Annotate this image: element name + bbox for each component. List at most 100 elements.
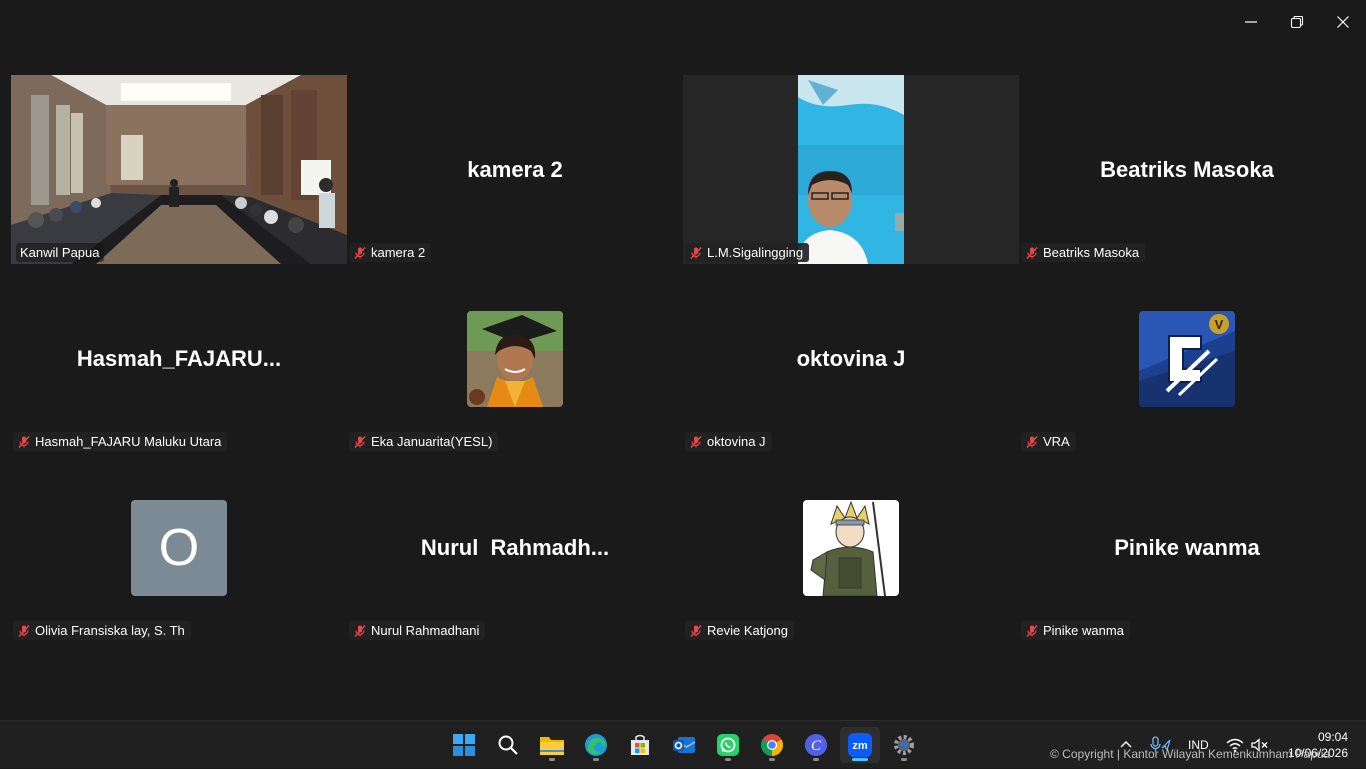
network-volume-tray[interactable] (1226, 721, 1270, 769)
svg-text:C: C (811, 738, 822, 754)
participant-name: Olivia Fransiska lay, S. Th (35, 623, 185, 638)
mic-muted-icon (1025, 624, 1039, 638)
chrome-button[interactable] (752, 727, 792, 763)
windows-start-icon (452, 733, 476, 757)
participant-label: kamera 2 (349, 243, 431, 262)
edge-button[interactable] (576, 727, 616, 763)
outlook-button[interactable] (664, 727, 704, 763)
participant-display-name: Beatriks Masoka (1019, 157, 1355, 183)
store-icon (628, 733, 652, 757)
participant-display-name: Hasmah_FAJARU... (11, 346, 347, 372)
minimize-button[interactable] (1228, 0, 1274, 44)
participant-label: Hasmah_FAJARU Maluku Utara (13, 432, 227, 451)
participant-name: kamera 2 (371, 245, 425, 260)
running-indicator (813, 758, 819, 761)
participant-label: Nurul Rahmadhani (349, 621, 485, 640)
gear-icon (892, 733, 916, 757)
running-indicator (725, 758, 731, 761)
canva-icon: C (804, 733, 828, 757)
window-titlebar (0, 0, 1366, 44)
participant-label: L.M.Sigalingging (685, 243, 809, 262)
participant-name: Revie Katjong (707, 623, 788, 638)
participant-tile-olivia-fransiska[interactable]: O Olivia Fransiska lay, S. Th (11, 453, 347, 642)
whatsapp-icon (716, 733, 740, 757)
participant-name: Eka Januarita(YESL) (371, 434, 492, 449)
participant-label: Kanwil Papua (16, 243, 104, 262)
graduation-photo (467, 311, 563, 407)
mic-muted-icon (689, 246, 703, 260)
running-indicator (901, 758, 907, 761)
anime-avatar (803, 500, 899, 596)
microsoft-store-button[interactable] (620, 727, 660, 763)
avatar-initial: O (131, 500, 227, 596)
participant-label: oktovina J (685, 432, 772, 451)
participant-tile-hasmah-fajaru[interactable]: Hasmah_FAJARU... Hasmah_FAJARU Maluku Ut… (11, 264, 347, 453)
zoom-button[interactable]: zm (840, 727, 880, 763)
search-button[interactable] (488, 727, 528, 763)
mic-muted-icon (17, 624, 31, 638)
profile-photo (467, 311, 563, 407)
mic-muted-icon (353, 246, 367, 260)
profile-logo: V (1139, 311, 1235, 407)
participant-label: Olivia Fransiska lay, S. Th (13, 621, 191, 640)
participant-tile-oktovina-j[interactable]: oktovina J oktovina J (683, 264, 1019, 453)
participant-display-name: Pinike wanma (1019, 535, 1355, 561)
settings-button[interactable] (884, 727, 924, 763)
mic-muted-icon (353, 435, 367, 449)
participant-name: Nurul Rahmadhani (371, 623, 479, 638)
running-indicator (549, 758, 555, 761)
participant-label: Eka Januarita(YESL) (349, 432, 498, 451)
participant-display-name: kamera 2 (347, 157, 683, 183)
participant-tile-eka-januarita[interactable]: Eka Januarita(YESL) (347, 264, 683, 453)
file-explorer-button[interactable] (532, 727, 572, 763)
edge-icon (584, 733, 608, 757)
participant-tile-vra[interactable]: V VRA (1019, 264, 1355, 453)
participant-tile-pinike-wanma[interactable]: Pinike wanma Pinike wanma (1019, 453, 1355, 642)
restore-button[interactable] (1274, 0, 1320, 44)
participant-name: VRA (1043, 434, 1070, 449)
folder-icon (539, 734, 565, 756)
zoom-icon: zm (847, 732, 873, 758)
participant-tile-kamera-2[interactable]: kamera 2 kamera 2 (347, 75, 683, 264)
participant-name: oktovina J (707, 434, 766, 449)
mic-muted-icon (1025, 246, 1039, 260)
participant-tile-beatriks-masoka[interactable]: Beatriks Masoka Beatriks Masoka (1019, 75, 1355, 264)
running-indicator (593, 758, 599, 761)
profile-photo (803, 500, 899, 596)
gallery-view: Kanwil Papua kamera 2 kamera 2 (11, 75, 1355, 642)
running-indicator (769, 758, 775, 761)
copyright-watermark: © Copyright | Kantor Wilayah Kemenkumham… (1050, 747, 1330, 761)
participant-tile-lm-sigalingging[interactable]: L.M.Sigalingging (683, 75, 1019, 264)
meeting-room-video (11, 75, 347, 264)
microphone-tray[interactable] (1148, 721, 1172, 769)
start-button[interactable] (444, 727, 484, 763)
close-button[interactable] (1320, 0, 1366, 44)
participant-name: Pinike wanma (1043, 623, 1124, 638)
participant-label: Beatriks Masoka (1021, 243, 1145, 262)
svg-text:zm: zm (852, 740, 868, 752)
participant-label: Pinike wanma (1021, 621, 1130, 640)
participant-name: Kanwil Papua (20, 245, 100, 260)
show-hidden-icons-button[interactable] (1118, 721, 1134, 769)
mic-muted-icon (689, 435, 703, 449)
svg-text:V: V (1215, 317, 1224, 332)
minimize-icon (1244, 15, 1258, 29)
restore-icon (1290, 15, 1304, 29)
team-logo: V (1139, 311, 1235, 407)
participant-name: Beatriks Masoka (1043, 245, 1139, 260)
participant-tile-revie-katjong[interactable]: Revie Katjong (683, 453, 1019, 642)
webcam-frame (798, 75, 904, 264)
canva-button[interactable]: C (796, 727, 836, 763)
mic-muted-icon (1025, 435, 1039, 449)
participant-label: Revie Katjong (685, 621, 794, 640)
participant-label: VRA (1021, 432, 1076, 451)
language-indicator[interactable]: IND (1188, 721, 1209, 769)
participant-name: Hasmah_FAJARU Maluku Utara (35, 434, 221, 449)
close-icon (1336, 15, 1350, 29)
chrome-icon (760, 733, 784, 757)
webcam-video (798, 75, 904, 264)
participant-tile-kanwil-papua[interactable]: Kanwil Papua (11, 75, 347, 264)
participant-tile-nurul-rahmadhani[interactable]: Nurul Rahmadh... Nurul Rahmadhani (347, 453, 683, 642)
whatsapp-button[interactable] (708, 727, 748, 763)
outlook-icon (672, 733, 696, 757)
